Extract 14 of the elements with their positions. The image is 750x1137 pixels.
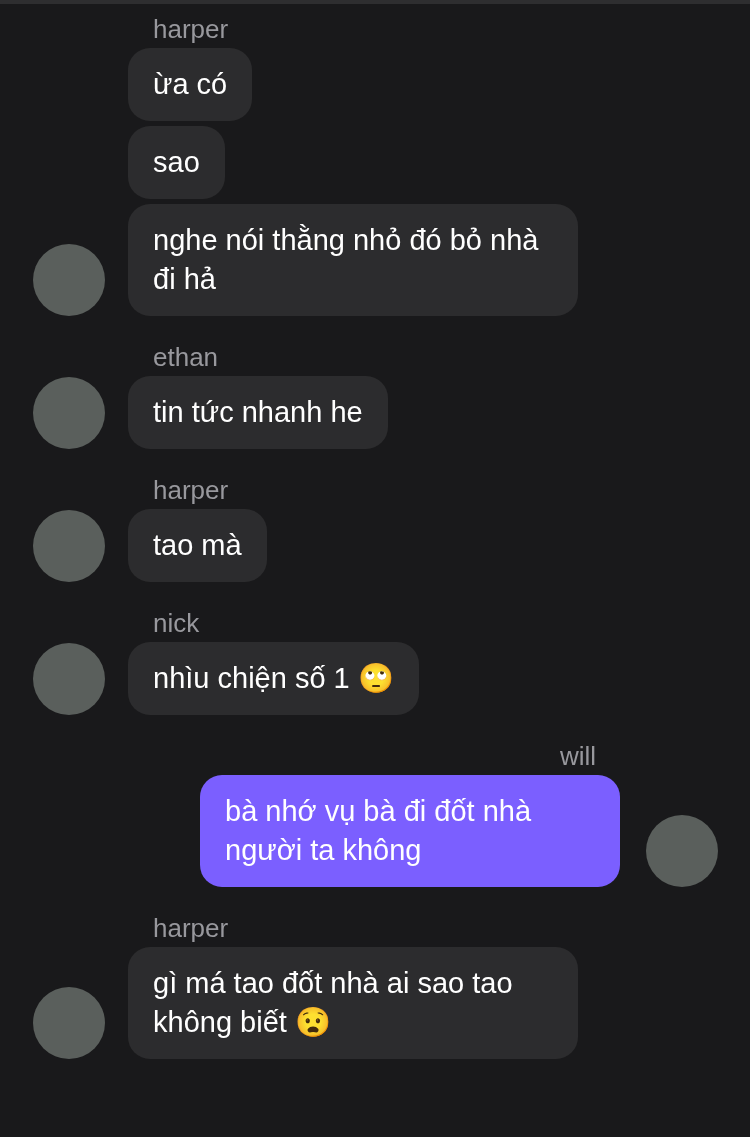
- message-bubble: nghe nói thằng nhỏ đó bỏ nhà đi hả: [128, 204, 578, 316]
- message-bubble: nhìu chiện số 1 🙄: [128, 642, 419, 715]
- sender-name: harper: [153, 475, 229, 505]
- message-bubble: ừa có: [128, 48, 253, 121]
- message-bubble: tao mà: [128, 509, 267, 582]
- sender-name: nick: [153, 608, 200, 638]
- sender-name: ethan: [153, 342, 219, 372]
- message-bubble: sao: [128, 126, 225, 199]
- sender-name: will: [559, 741, 596, 771]
- sender-name: harper: [153, 14, 229, 44]
- sender-name: harper: [153, 913, 229, 943]
- message-bubble: bà nhớ vụ bà đi đốt nhà người ta không: [200, 775, 620, 887]
- message-bubble: gì má tao đốt nhà ai sao tao không biết 😧: [128, 947, 578, 1059]
- message-bubble: tin tức nhanh he: [128, 376, 388, 449]
